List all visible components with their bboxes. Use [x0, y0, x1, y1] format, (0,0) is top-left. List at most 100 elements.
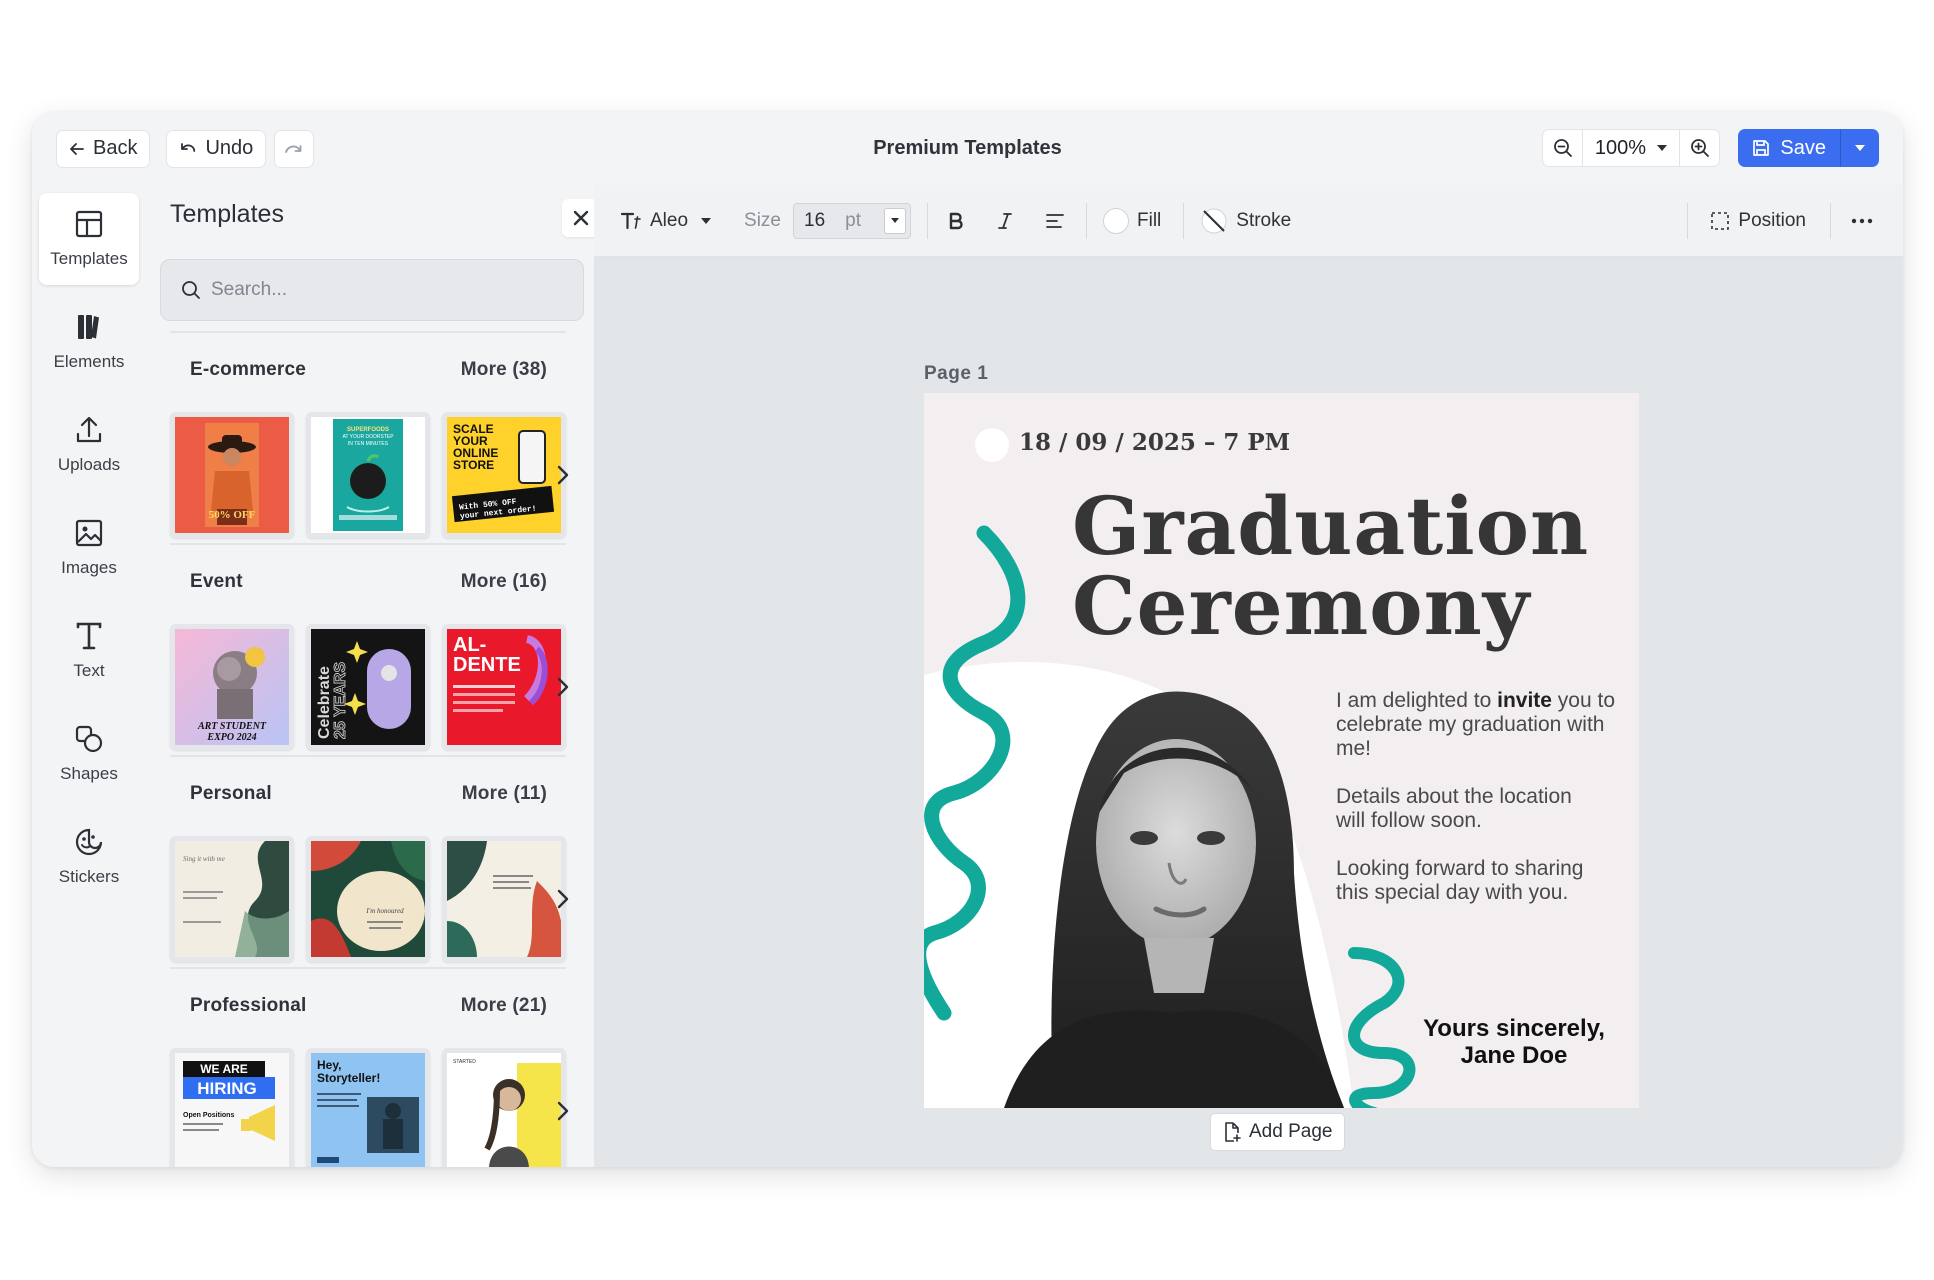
undo-button[interactable]: Undo — [166, 129, 267, 168]
design-page[interactable]: 18 / 09 / 2025 – 7 PM Graduation Ceremon… — [924, 393, 1639, 1108]
more-link[interactable]: More (21) — [461, 995, 547, 1017]
undo-icon — [181, 142, 196, 152]
more-link[interactable]: More (38) — [461, 359, 547, 381]
template-preview: Hey, Storyteller! — [311, 1053, 425, 1167]
more-link[interactable]: More (11) — [462, 783, 547, 805]
search-input[interactable]: Search... — [160, 259, 584, 321]
fill-button[interactable]: Fill — [1103, 207, 1161, 234]
template-thumbnail[interactable] — [442, 836, 566, 962]
align-button[interactable] — [1046, 213, 1064, 229]
location-paragraph[interactable]: Details about the location will follow s… — [1336, 785, 1596, 833]
add-page-button[interactable]: Add Page — [1210, 1113, 1346, 1151]
top-bar: Back Undo Premium Templates 100% Save — [32, 112, 1903, 185]
rail-item-shapes[interactable]: Shapes — [39, 708, 139, 800]
image-icon — [75, 519, 103, 547]
signature-line-2: Jane Doe — [1460, 1042, 1568, 1069]
svg-text:STORE: STORE — [453, 458, 494, 472]
template-preview: WE ARE HIRING Open Positions — [175, 1053, 289, 1167]
chevron-right-icon[interactable] — [556, 888, 570, 910]
svg-text:HIRING: HIRING — [197, 1079, 257, 1098]
top-right-controls: 100% Save — [1542, 129, 1879, 167]
event-date[interactable]: 18 / 09 / 2025 – 7 PM — [1019, 429, 1290, 456]
template-thumbnail[interactable]: Hey, Storyteller! — [306, 1048, 430, 1167]
section-divider — [170, 543, 566, 545]
template-thumbnail[interactable]: I'm honoured — [306, 836, 430, 962]
section-title: Professional — [190, 995, 307, 1016]
rail-item-stickers[interactable]: Stickers — [39, 811, 139, 903]
save-group: Save — [1738, 129, 1879, 167]
search-icon — [182, 281, 200, 299]
rail-item-elements[interactable]: Elements — [39, 296, 139, 388]
floppy-icon — [1753, 140, 1770, 156]
section-title: Event — [190, 571, 243, 592]
invite-paragraph[interactable]: I am delighted to invite you to celebrat… — [1336, 689, 1616, 761]
template-thumbnail[interactable]: ART STUDENT EXPO 2024 — [170, 624, 294, 750]
rail-item-images[interactable]: Images — [39, 502, 139, 594]
title-line-2[interactable]: Ceremony — [1072, 565, 1530, 647]
template-thumbnail[interactable]: SCALE YOUR ONLINE STORE With 50% OFF you… — [442, 412, 566, 538]
size-dropdown-button[interactable] — [884, 207, 906, 234]
signature-block[interactable]: Yours sincerely, Jane Doe — [1404, 1015, 1624, 1069]
rail-label: Stickers — [58, 867, 120, 886]
templates-panel: Templates Search... E-commerce More (38) — [152, 185, 622, 1167]
template-thumbnail[interactable]: SUPERFOODS AT YOUR DOORSTEP IN TEN MINUT… — [306, 412, 430, 538]
svg-text:25 YEARS: 25 YEARS — [332, 662, 349, 739]
template-thumbnail[interactable]: AL- DENTE — [442, 624, 566, 750]
rail-item-templates[interactable]: Templates — [39, 193, 139, 285]
sharing-paragraph[interactable]: Looking forward to sharing this special … — [1336, 857, 1606, 905]
template-thumbnail[interactable]: Celebrate 25 YEARS — [306, 624, 430, 750]
rail-item-uploads[interactable]: Uploads — [39, 399, 139, 491]
add-page-label: Add Page — [1249, 1121, 1333, 1142]
font-select[interactable]: Aleo — [620, 210, 712, 232]
bold-button[interactable] — [948, 212, 964, 230]
search-placeholder: Search... — [211, 279, 288, 300]
section-title: E-commerce — [190, 359, 307, 380]
panel-title: Templates — [170, 200, 284, 228]
italic-button[interactable] — [998, 212, 1012, 230]
position-button[interactable]: Position — [1710, 210, 1806, 232]
caret-down-icon — [701, 217, 712, 224]
stroke-button[interactable]: Stroke — [1200, 207, 1291, 235]
rail-item-text[interactable]: Text — [39, 605, 139, 697]
template-thumbnail[interactable]: 50% OFF — [170, 412, 294, 538]
template-thumbnail[interactable]: STARTED — [442, 1048, 566, 1167]
shapes-icon — [75, 725, 103, 753]
template-thumbnail[interactable]: Sing it with me — [170, 836, 294, 962]
chevron-right-icon[interactable] — [556, 676, 570, 698]
caret-down-icon — [1855, 145, 1865, 151]
title-line-1[interactable]: Graduation — [1072, 485, 1589, 567]
save-label: Save — [1780, 136, 1826, 159]
rail-label: Templates — [50, 249, 128, 268]
template-preview: I'm honoured — [311, 841, 425, 957]
zoom-out-button[interactable] — [1543, 130, 1584, 166]
template-preview: STARTED — [447, 1053, 561, 1167]
chevron-right-icon[interactable] — [556, 1100, 570, 1122]
stroke-none-icon — [1201, 208, 1227, 233]
sticker-icon — [75, 828, 103, 856]
more-link[interactable]: More (16) — [461, 571, 547, 593]
redo-button[interactable] — [274, 129, 315, 168]
svg-text:AL-: AL- — [453, 634, 486, 656]
zoom-in-button[interactable] — [1679, 130, 1719, 166]
svg-text:EXPO 2024: EXPO 2024 — [206, 732, 256, 743]
svg-text:I'm honoured: I'm honoured — [365, 907, 404, 915]
toolbar-divider — [1086, 202, 1087, 239]
template-thumbnail[interactable]: WE ARE HIRING Open Positions — [170, 1048, 294, 1167]
invite-text-a: I am delighted to — [1336, 689, 1498, 712]
thumbnail-row: 50% OFF SUPERFOODS AT YOUR DOORSTEP IN T… — [170, 412, 569, 538]
thumbnail-row: Sing it with me I'm honoured — [170, 836, 569, 962]
template-preview: SCALE YOUR ONLINE STORE With 50% OFF you… — [447, 417, 561, 533]
zoom-select[interactable]: 100% — [1583, 130, 1679, 166]
chevron-right-icon[interactable] — [556, 464, 570, 486]
size-unit: pt — [845, 209, 861, 231]
section-ecommerce: E-commerce More (38) 50% OFF SUPERFOODS … — [170, 331, 569, 538]
save-options-button[interactable] — [1841, 129, 1879, 167]
size-input[interactable]: 16 pt — [793, 202, 911, 239]
size-value: 16 — [804, 209, 826, 231]
back-button[interactable]: Back — [56, 129, 151, 168]
canvas-area: Aleo Size 16 pt Fill Stroke Position Pag… — [594, 185, 1903, 1167]
more-options-button[interactable] — [1851, 218, 1873, 224]
save-button[interactable]: Save — [1738, 129, 1841, 167]
thumbnail-row: WE ARE HIRING Open Positions Hey, Storyt… — [170, 1048, 569, 1167]
zoom-out-icon — [1554, 139, 1572, 157]
